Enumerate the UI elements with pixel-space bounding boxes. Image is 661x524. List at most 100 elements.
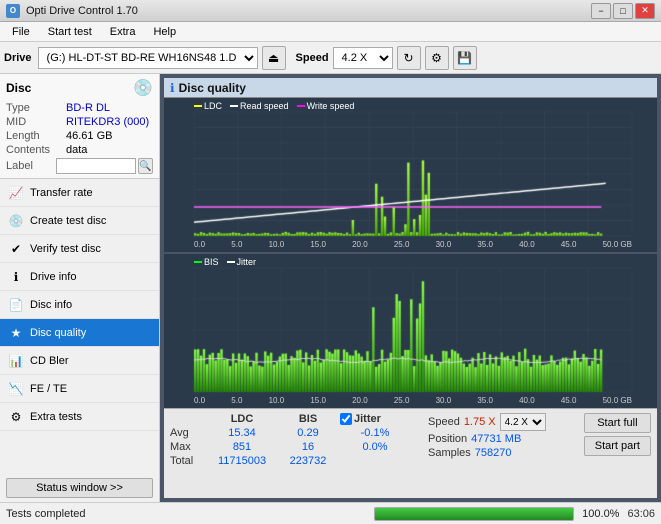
main-area: Disc 💿 Type BD-R DL MID RITEKDR3 (000) L…	[0, 74, 661, 502]
speed-stat-select[interactable]: 4.2 X	[500, 413, 546, 431]
extra-tests-icon: ⚙	[8, 409, 24, 425]
write-speed-legend: Write speed	[297, 101, 355, 111]
read-speed-legend: Read speed	[230, 101, 289, 111]
max-jitter: 0.0%	[340, 441, 410, 453]
disc-type-row: Type BD-R DL	[6, 102, 153, 114]
sidebar-item-disc-info[interactable]: 📄 Disc info	[0, 291, 159, 319]
ldc-col-header: LDC	[208, 413, 276, 425]
eject-button[interactable]: ⏏	[262, 46, 286, 70]
start-full-button[interactable]: Start full	[584, 413, 651, 433]
disc-length-value: 46.61 GB	[66, 130, 112, 142]
bottom-x-axis: 0.0 5.0 10.0 15.0 20.0 25.0 30.0 35.0 40…	[194, 392, 632, 408]
extra-tests-label: Extra tests	[30, 411, 82, 423]
status-window-button[interactable]: Status window >>	[6, 478, 153, 498]
transfer-rate-label: Transfer rate	[30, 187, 93, 199]
sidebar-item-transfer-rate[interactable]: 📈 Transfer rate	[0, 179, 159, 207]
maximize-button[interactable]: □	[613, 3, 633, 19]
drive-info-icon: ℹ	[8, 269, 24, 285]
close-button[interactable]: ✕	[635, 3, 655, 19]
disc-contents-key: Contents	[6, 144, 66, 156]
statusbar: Tests completed 100.0% 63:06	[0, 502, 661, 524]
drive-info-label: Drive info	[30, 271, 76, 283]
disc-mid-value: RITEKDR3 (000)	[66, 116, 149, 128]
action-buttons: Start full Start part	[584, 413, 651, 456]
samples-label: Samples	[428, 447, 471, 459]
disc-label-row: Label 🔍	[6, 158, 153, 174]
menu-start-test[interactable]: Start test	[40, 24, 100, 40]
disc-quality-icon: ★	[8, 325, 24, 341]
refresh-button[interactable]: ↻	[397, 46, 421, 70]
speed-select[interactable]: 4.2 X	[333, 47, 393, 69]
create-test-disc-icon: 💿	[8, 213, 24, 229]
disc-icon: 💿	[133, 78, 153, 98]
content-area: ℹ Disc quality LDC Read speed	[160, 74, 661, 502]
jitter-legend: Jitter	[227, 257, 257, 267]
disc-section-label: Disc	[6, 81, 31, 95]
disc-mid-row: MID RITEKDR3 (000)	[6, 116, 153, 128]
disc-length-key: Length	[6, 130, 66, 142]
position-val: 47731 MB	[471, 433, 521, 445]
ldc-canvas	[164, 98, 657, 252]
settings-button[interactable]: ⚙	[425, 46, 449, 70]
speed-label: Speed	[296, 52, 329, 64]
sidebar-item-fe-te[interactable]: 📉 FE / TE	[0, 375, 159, 403]
disc-type-key: Type	[6, 102, 66, 114]
disc-quality-title: Disc quality	[179, 81, 246, 95]
disc-label-btn[interactable]: 🔍	[138, 158, 153, 174]
cd-bler-label: CD Bler	[30, 355, 69, 367]
sidebar-item-cd-bler[interactable]: 📊 CD Bler	[0, 347, 159, 375]
sidebar-item-extra-tests[interactable]: ⚙ Extra tests	[0, 403, 159, 431]
avg-bis: 0.29	[278, 427, 338, 439]
create-test-disc-label: Create test disc	[30, 215, 106, 227]
titlebar-buttons: − □ ✕	[591, 3, 655, 19]
start-part-button[interactable]: Start part	[584, 436, 651, 456]
sidebar-item-create-test-disc[interactable]: 💿 Create test disc	[0, 207, 159, 235]
sidebar-item-drive-info[interactable]: ℹ Drive info	[0, 263, 159, 291]
menu-extra[interactable]: Extra	[102, 24, 144, 40]
disc-quality-header-icon: ℹ	[170, 81, 175, 95]
app-icon: O	[6, 4, 20, 18]
toolbar: Drive (G:) HL-DT-ST BD-RE WH16NS48 1.D3 …	[0, 42, 661, 74]
progress-bar-container	[374, 507, 574, 521]
sidebar: Disc 💿 Type BD-R DL MID RITEKDR3 (000) L…	[0, 74, 160, 502]
bis-col-header: BIS	[278, 413, 338, 425]
titlebar-left: O Opti Drive Control 1.70	[6, 4, 138, 18]
minimize-button[interactable]: −	[591, 3, 611, 19]
disc-label-key: Label	[6, 160, 54, 172]
disc-type-value: BD-R DL	[66, 102, 110, 114]
stats-panel: LDC BIS Jitter Avg 15.34 0.29 -0.1%	[164, 408, 657, 498]
avg-label: Avg	[170, 427, 206, 439]
disc-mid-key: MID	[6, 116, 66, 128]
save-button[interactable]: 💾	[453, 46, 477, 70]
charts-container: LDC Read speed Write speed 900 800 70	[164, 98, 657, 408]
app-title: Opti Drive Control 1.70	[26, 5, 138, 17]
ldc-legend: LDC	[194, 101, 222, 111]
right-stats: Speed 1.75 X 4.2 X Position 47731 MB Sam…	[428, 413, 546, 459]
bottom-chart-legend: BIS Jitter	[194, 257, 256, 267]
sidebar-item-disc-quality[interactable]: ★ Disc quality	[0, 319, 159, 347]
avg-ldc: 15.34	[208, 427, 276, 439]
bis-legend: BIS	[194, 257, 219, 267]
jitter-col-header: Jitter	[340, 413, 381, 425]
total-label: Total	[170, 455, 206, 467]
transfer-rate-icon: 📈	[8, 185, 24, 201]
disc-contents-row: Contents data	[6, 144, 153, 156]
stats-table: LDC BIS Jitter Avg 15.34 0.29 -0.1%	[170, 413, 410, 467]
top-chart-legend: LDC Read speed Write speed	[194, 101, 354, 111]
bis-chart: BIS Jitter 20 15 10 5 10%	[164, 254, 657, 408]
speed-stat-label: Speed	[428, 416, 460, 428]
sidebar-item-verify-test-disc[interactable]: ✔ Verify test disc	[0, 235, 159, 263]
disc-info-label: Disc info	[30, 299, 72, 311]
jitter-checkbox[interactable]	[340, 413, 352, 425]
menu-help[interactable]: Help	[145, 24, 184, 40]
menu-file[interactable]: File	[4, 24, 38, 40]
disc-contents-value: data	[66, 144, 87, 156]
drive-label: Drive	[4, 52, 32, 64]
disc-panel: Disc 💿 Type BD-R DL MID RITEKDR3 (000) L…	[0, 74, 159, 179]
disc-label-input[interactable]	[56, 158, 136, 174]
cd-bler-icon: 📊	[8, 353, 24, 369]
disc-quality-header: ℹ Disc quality	[164, 78, 657, 98]
samples-val: 758270	[475, 447, 512, 459]
drive-select[interactable]: (G:) HL-DT-ST BD-RE WH16NS48 1.D3	[38, 47, 258, 69]
titlebar: O Opti Drive Control 1.70 − □ ✕	[0, 0, 661, 22]
